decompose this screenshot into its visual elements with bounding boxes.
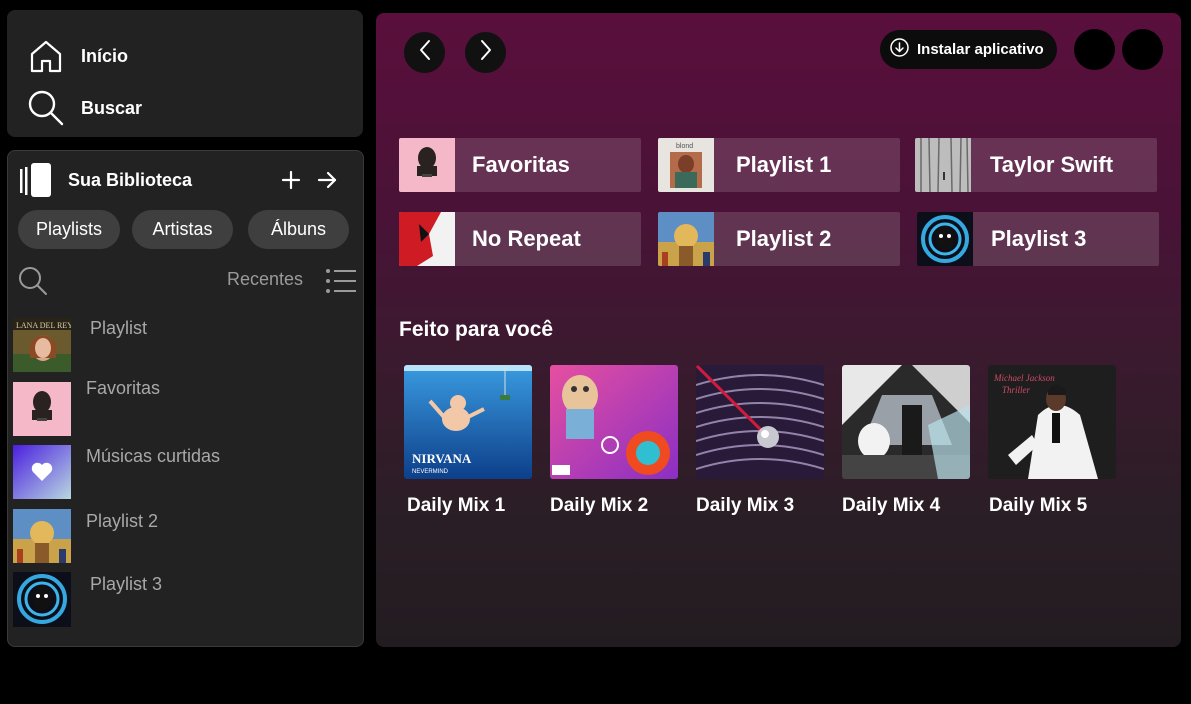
- mix-name: Daily Mix 1: [407, 495, 506, 516]
- chip-artists[interactable]: Artistas: [132, 210, 233, 249]
- white-suit-cover-art: Michael Jackson Thriller: [988, 365, 1116, 479]
- nav-home[interactable]: Início: [27, 37, 128, 75]
- main-panel: Instalar aplicativo Favoritas blond Play…: [376, 13, 1181, 647]
- underwater-baby-cover-art: NIRVANA NEVERMIND: [404, 365, 532, 479]
- mix-card[interactable]: Michael Jackson Thriller Daily Mix 5: [988, 365, 1118, 517]
- search-icon: [27, 89, 65, 127]
- colorful-bear-cover-art: [550, 365, 678, 479]
- nav-search-label: Buscar: [81, 97, 143, 118]
- home-icon: [27, 37, 65, 75]
- library-item-name: Favoritas: [86, 378, 161, 398]
- forward-button[interactable]: [465, 32, 506, 73]
- chip-playlists[interactable]: Playlists: [18, 210, 120, 249]
- quick-access-name: Playlist 1: [736, 152, 832, 177]
- quick-access-card[interactable]: Playlist 3: [917, 212, 1159, 266]
- library-item[interactable]: Playlist 3: [13, 572, 358, 632]
- library-panel: Sua Biblioteca Playlists Artistas Álbuns…: [7, 150, 364, 647]
- pink-cover-art: [13, 382, 71, 436]
- install-app-button[interactable]: Instalar aplicativo: [880, 30, 1057, 69]
- quick-access-name: Playlist 2: [736, 226, 832, 251]
- library-item-name: Playlist 3: [90, 574, 163, 594]
- plus-icon[interactable]: [280, 169, 302, 191]
- chip-albums[interactable]: Álbuns: [248, 210, 349, 249]
- list-icon[interactable]: [325, 268, 357, 294]
- blue-figure-cover-art: [13, 572, 71, 627]
- astroworld-cover-art: [13, 509, 71, 563]
- quick-access-name: Playlist 3: [991, 226, 1087, 251]
- liked-songs-cover-art: [13, 445, 71, 499]
- install-app-label: Instalar aplicativo: [917, 41, 1044, 58]
- black-white-cover-art: [842, 365, 970, 479]
- blond-cover-art: blond: [658, 138, 714, 192]
- svg-text:LANA DEL REY: LANA DEL REY: [16, 321, 71, 330]
- library-item-name: Músicas curtidas: [86, 446, 221, 466]
- nav-search[interactable]: Buscar: [27, 89, 142, 127]
- library-item-name: Playlist: [90, 318, 148, 338]
- library-item-name: Playlist 2: [86, 511, 159, 531]
- pink-cover-art: [399, 138, 455, 192]
- library-item[interactable]: Músicas curtidas: [13, 445, 358, 505]
- library-item[interactable]: Playlist 2: [13, 509, 358, 569]
- chevron-left-icon: [418, 39, 432, 66]
- arrow-right-icon[interactable]: [316, 169, 338, 191]
- astroworld-cover-art: [658, 212, 714, 266]
- blue-figure-cover-art: [917, 212, 973, 266]
- library-item[interactable]: LANA DEL REY Playlist: [13, 318, 358, 378]
- quick-access-card[interactable]: Favoritas: [399, 138, 641, 192]
- download-icon: [890, 37, 909, 62]
- mix-name: Daily Mix 3: [696, 495, 795, 516]
- sort-label[interactable]: Recentes: [227, 269, 303, 290]
- quick-access-card[interactable]: No Repeat: [399, 212, 641, 266]
- mix-name: Daily Mix 2: [550, 495, 649, 516]
- profile-button[interactable]: [1122, 29, 1163, 70]
- svg-text:Thriller: Thriller: [1002, 385, 1031, 395]
- svg-text:blond: blond: [676, 143, 693, 150]
- folklore-cover-art: [915, 138, 971, 192]
- quick-access-card[interactable]: Playlist 2: [658, 212, 900, 266]
- back-button[interactable]: [404, 32, 445, 73]
- mix-card[interactable]: Daily Mix 4: [842, 365, 972, 517]
- section-title: Feito para você: [399, 318, 554, 341]
- lana-del-rey-cover-art: LANA DEL REY: [13, 318, 73, 372]
- chevron-right-icon: [479, 39, 493, 66]
- mix-name: Daily Mix 4: [842, 495, 941, 516]
- mix-card[interactable]: NIRVANA NEVERMIND Daily Mix 1: [404, 365, 534, 517]
- svg-text:NEVERMIND: NEVERMIND: [412, 469, 449, 475]
- mix-card[interactable]: Daily Mix 2: [550, 365, 680, 517]
- quick-access-name: Taylor Swift: [990, 152, 1114, 177]
- nav-home-label: Início: [81, 45, 129, 66]
- svg-text:NIRVANA: NIRVANA: [412, 451, 472, 466]
- quick-access-name: No Repeat: [472, 226, 581, 251]
- quick-access-name: Favoritas: [472, 152, 570, 177]
- library-header[interactable]: Sua Biblioteca: [18, 161, 192, 199]
- mix-name: Daily Mix 5: [989, 495, 1088, 516]
- nav-panel: Início Buscar: [7, 10, 363, 137]
- psychedelic-cover-art: [696, 365, 824, 479]
- library-search-icon[interactable]: [17, 265, 49, 297]
- svg-text:Michael Jackson: Michael Jackson: [993, 373, 1055, 383]
- mix-card[interactable]: Daily Mix 3: [696, 365, 826, 517]
- red-cover-art: [399, 212, 455, 266]
- quick-access-card[interactable]: blond Playlist 1: [658, 138, 900, 192]
- notifications-button[interactable]: [1074, 29, 1115, 70]
- library-icon: [18, 161, 54, 199]
- quick-access-card[interactable]: Taylor Swift: [915, 138, 1157, 192]
- library-title: Sua Biblioteca: [68, 169, 193, 190]
- library-item[interactable]: Favoritas: [13, 378, 358, 442]
